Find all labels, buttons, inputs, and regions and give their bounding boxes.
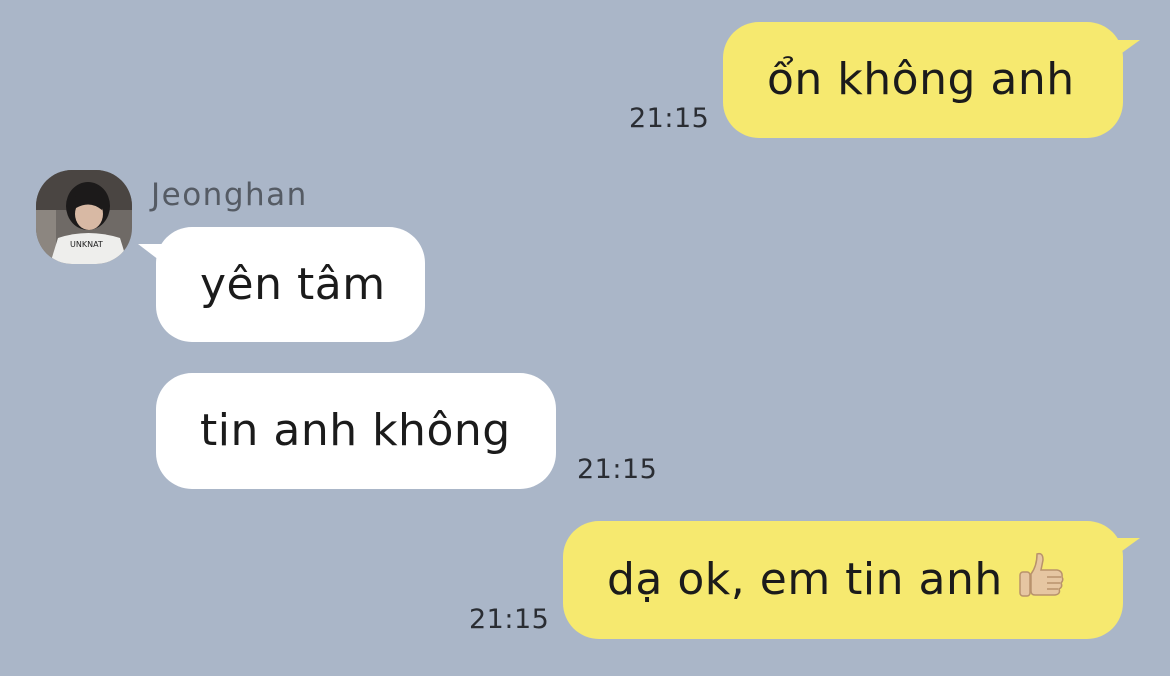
incoming-message-bubble[interactable]: yên tâm	[156, 227, 425, 342]
message-text: tin anh không	[200, 405, 511, 456]
bubble-tail	[1104, 538, 1140, 564]
message-text: ổn không anh	[767, 54, 1075, 105]
avatar[interactable]: UNKNAT	[36, 170, 132, 264]
thumbs-up-icon	[1017, 550, 1067, 610]
message-timestamp: 21:15	[629, 103, 710, 134]
bubble-tail	[1104, 40, 1140, 66]
message-timestamp: 21:15	[469, 604, 550, 635]
svg-text:UNKNAT: UNKNAT	[70, 240, 103, 249]
outgoing-message-bubble[interactable]: dạ ok, em tin anh	[563, 521, 1123, 639]
incoming-message-bubble[interactable]: tin anh không	[156, 373, 556, 489]
outgoing-message-bubble[interactable]: ổn không anh	[723, 22, 1123, 138]
message-text: dạ ok, em tin anh	[607, 554, 1003, 605]
avatar-photo: UNKNAT	[36, 170, 132, 264]
message-text: yên tâm	[200, 258, 386, 310]
sender-name: Jeonghan	[151, 177, 308, 213]
chat-area: 21:15 ổn không anh UNKNAT Jeonghan yên t…	[0, 0, 1170, 676]
message-timestamp: 21:15	[577, 454, 658, 485]
